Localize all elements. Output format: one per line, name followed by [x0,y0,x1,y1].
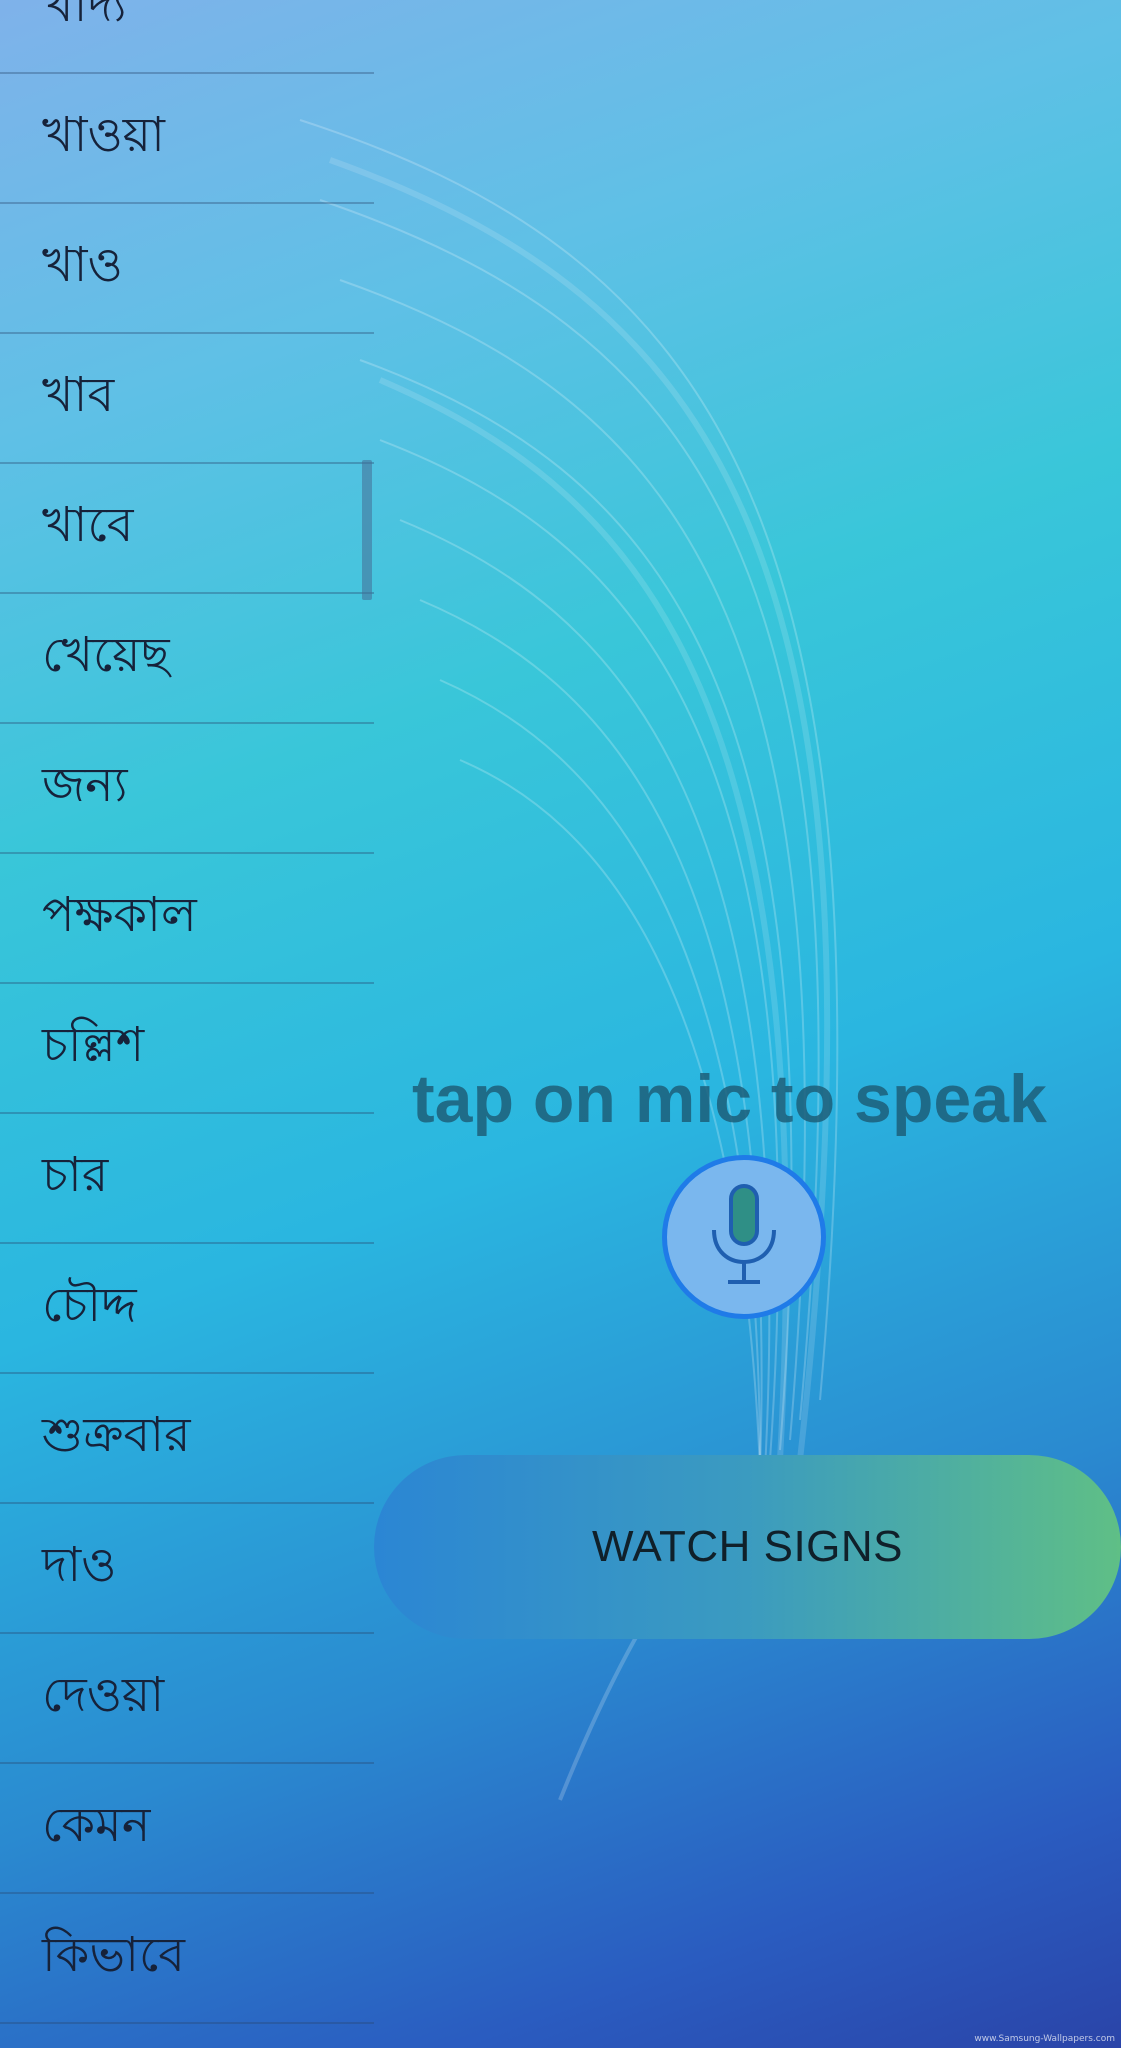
speak-hint: tap on mic to speak [412,1061,1047,1137]
list-item[interactable]: খাও [0,204,374,334]
list-item[interactable]: চল্লিশ [0,984,374,1114]
list-item[interactable]: চার [0,1114,374,1244]
list-item[interactable]: শুক্রবার [0,1374,374,1504]
list-item[interactable]: খাবে [0,464,374,594]
list-scrollbar[interactable] [362,460,372,600]
list-item[interactable]: খাদ্য [0,0,374,74]
list-item[interactable]: পক্ষকাল [0,854,374,984]
wallpaper-watermark: www.Samsung-Wallpapers.com [974,2034,1115,2044]
list-item[interactable]: জন্য [0,724,374,854]
list-item[interactable]: দাও [0,1504,374,1634]
list-item[interactable]: খাওয়া [0,74,374,204]
list-item[interactable]: খাব [0,334,374,464]
mic-button[interactable] [662,1155,826,1319]
microphone-icon [712,1184,776,1284]
list-item[interactable]: কেমন [0,1764,374,1894]
word-list: খাদ্য খাওয়া খাও খাব খাবে খেয়েছ জন্য পক… [0,0,374,2024]
list-item[interactable]: খেয়েছ [0,594,374,724]
list-item[interactable]: কিভাবে [0,1894,374,2024]
list-item[interactable]: দেওয়া [0,1634,374,1764]
watch-signs-button[interactable]: WATCH SIGNS [374,1455,1121,1639]
list-item[interactable]: চৌদ্দ [0,1244,374,1374]
